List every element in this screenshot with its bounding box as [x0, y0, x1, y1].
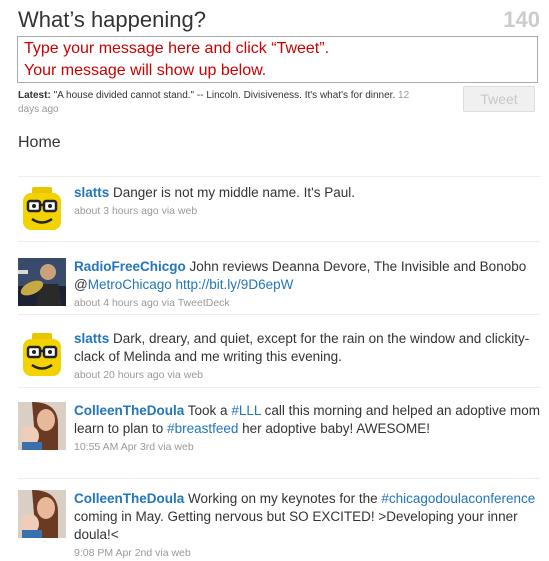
tweet-body: ColleenTheDoula Working on my keynotes f…	[74, 490, 540, 561]
tweet-body: slatts Danger is not my middle name. It'…	[74, 184, 540, 219]
avatar[interactable]	[18, 402, 66, 450]
tweet-text: Danger is not my middle name. It's Paul.	[109, 185, 355, 200]
timeline-divider	[18, 314, 540, 315]
tweet-meta[interactable]: 9:08 PM Apr 2nd via web	[74, 545, 540, 561]
photo-avatar-icon	[18, 402, 66, 450]
hashtag-link[interactable]: #LLL	[231, 403, 261, 418]
tweet-text: coming in May. Getting nervous but SO EX…	[74, 509, 518, 542]
hashtag-link[interactable]: #breastfeed	[167, 421, 238, 436]
url-link[interactable]: http://bit.ly/9D6epW	[176, 277, 294, 292]
latest-status: Latest: "A house divided cannot stand." …	[18, 89, 418, 117]
timeline-title: Home	[18, 134, 61, 151]
tweet-username[interactable]: RadioFreeChicgo	[74, 259, 186, 274]
tweet-meta[interactable]: about 20 hours ago via web	[74, 367, 540, 383]
tweet-meta[interactable]: about 3 hours ago via web	[74, 203, 540, 219]
tweet-body: slatts Dark, dreary, and quiet, except f…	[74, 330, 540, 383]
tweet-textarea[interactable]: Type your message here and click “Tweet”…	[17, 36, 538, 83]
timeline-divider	[18, 478, 540, 479]
timeline-divider	[18, 241, 540, 242]
tweet-text: Dark, dreary, and quiet, except for the …	[74, 331, 530, 364]
tweet-text: Took a	[184, 403, 232, 418]
timeline-divider	[18, 387, 540, 388]
character-counter: 140	[503, 7, 540, 32]
latest-text: "A house divided cannot stand." -- Linco…	[50, 90, 396, 101]
compose-placeholder-line-1: Type your message here and click “Tweet”…	[24, 40, 330, 57]
tweet-username[interactable]: ColleenTheDoula	[74, 403, 184, 418]
photo-avatar-icon	[18, 258, 66, 306]
photo-avatar-icon	[18, 490, 66, 538]
tweet-text: Working on my keynotes for the	[184, 491, 382, 506]
tweet-body: ColleenTheDoula Took a #LLL call this mo…	[74, 402, 540, 455]
tweet-meta[interactable]: about 4 hours ago via TweetDeck	[74, 295, 540, 311]
latest-label: Latest:	[18, 90, 51, 101]
lego-avatar-icon	[23, 187, 61, 230]
hashtag-link[interactable]: #chicagodoulaconference	[381, 491, 535, 506]
tweet-body: RadioFreeChicgo John reviews Deanna Devo…	[74, 258, 540, 311]
tweet-button[interactable]: Tweet	[463, 86, 535, 112]
tweet-username[interactable]: ColleenTheDoula	[74, 491, 184, 506]
compose-title: What’s happening?	[18, 7, 206, 32]
compose-header: What’s happening? 140	[18, 6, 540, 34]
timeline-divider	[18, 176, 540, 177]
avatar[interactable]	[18, 258, 66, 306]
tweet-text: her adoptive baby! AWESOME!	[238, 421, 430, 436]
mention-link[interactable]: MetroChicago	[88, 277, 172, 292]
lego-avatar-icon	[23, 333, 61, 376]
tweet-username[interactable]: slatts	[74, 185, 109, 200]
avatar[interactable]	[18, 184, 66, 232]
avatar[interactable]	[18, 490, 66, 538]
tweet-meta[interactable]: 10:55 AM Apr 3rd via web	[74, 439, 540, 455]
avatar[interactable]	[18, 330, 66, 378]
compose-placeholder-line-2: Your message will show up below.	[24, 62, 267, 79]
tweet-username[interactable]: slatts	[74, 331, 109, 346]
